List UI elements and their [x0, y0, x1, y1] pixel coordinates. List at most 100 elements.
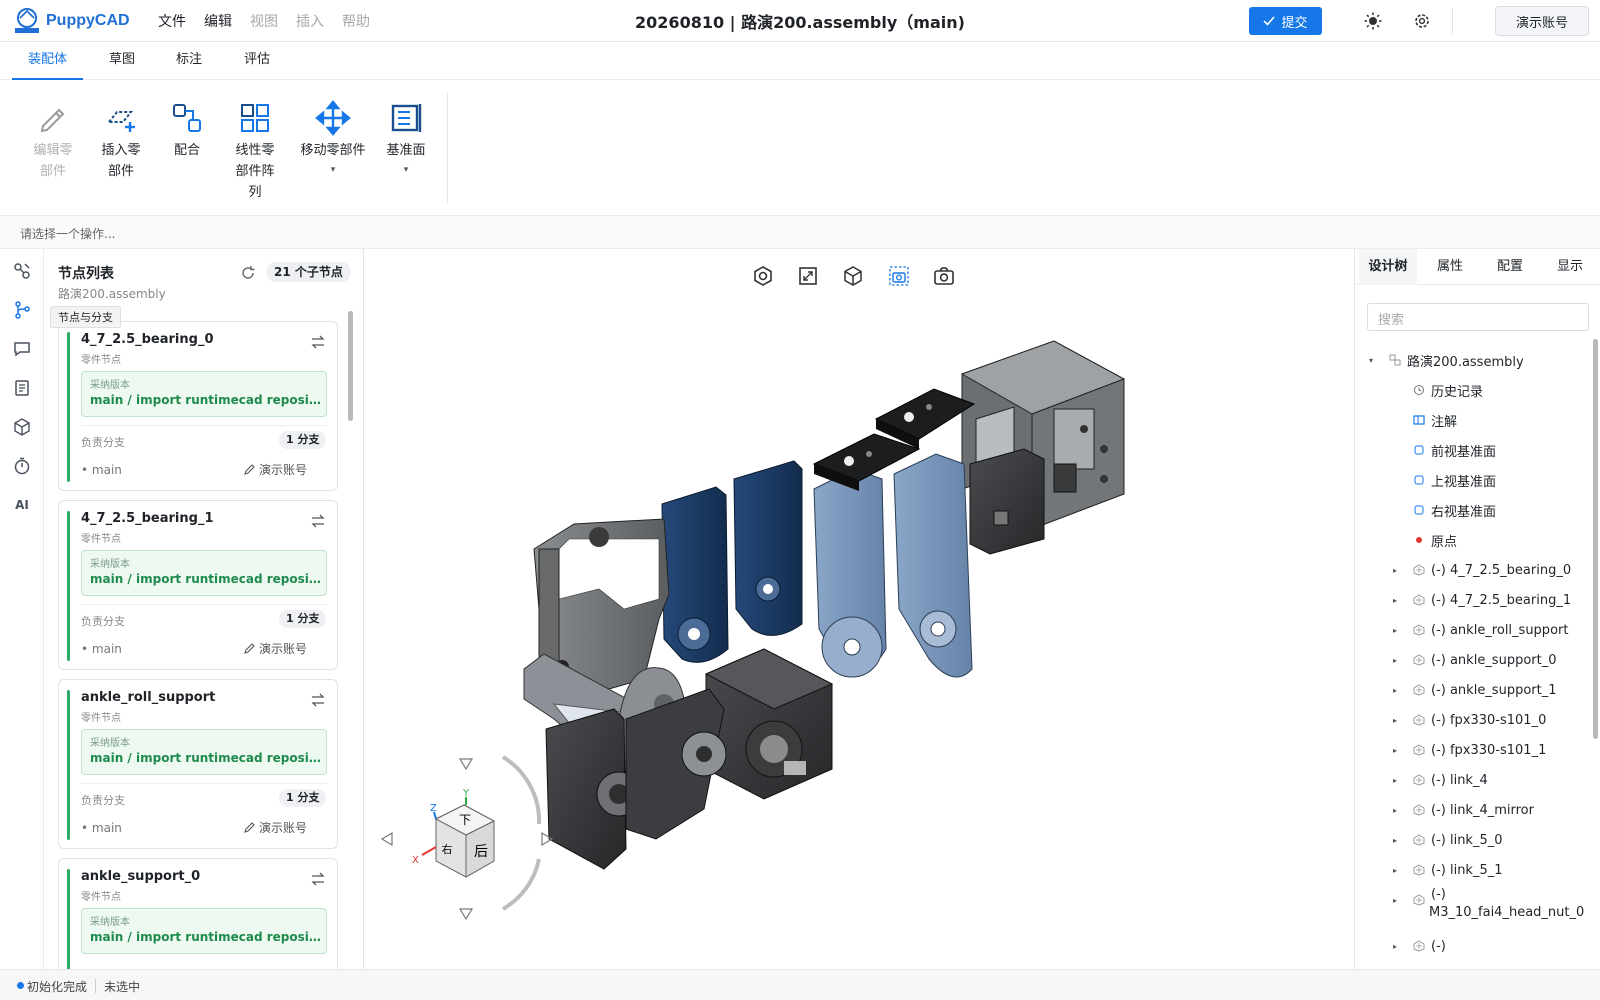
- rotate-down-icon[interactable]: [458, 908, 474, 921]
- node-card[interactable]: ankle_support_0 零件节点 采纳版本 main / import …: [58, 858, 338, 969]
- insert-part-button[interactable]: 插入零部件: [86, 100, 156, 182]
- adopted-version-box[interactable]: 采纳版本 main / import runtimecad repository: [81, 908, 327, 954]
- tab-properties[interactable]: 属性: [1421, 249, 1479, 285]
- tree-item[interactable]: 右视基准面: [1355, 495, 1595, 525]
- link-4-part[interactable]: [813, 468, 887, 678]
- tree-item[interactable]: 注解: [1355, 405, 1595, 435]
- branch-icon[interactable]: [12, 300, 32, 320]
- swap-icon[interactable]: [311, 514, 325, 528]
- expand-right-icon[interactable]: ▸: [1393, 746, 1397, 755]
- tree-item-label: (-) 4_7_2.5_bearing_0: [1431, 562, 1572, 578]
- menu-insert[interactable]: 插入: [296, 11, 324, 31]
- expand-right-icon[interactable]: ▸: [1393, 566, 1397, 575]
- tab-configuration[interactable]: 配置: [1481, 249, 1539, 285]
- swap-icon[interactable]: [311, 335, 325, 349]
- node-card[interactable]: ankle_roll_support 零件节点 采纳版本 main / impo…: [58, 679, 338, 849]
- expand-right-icon[interactable]: ▸: [1393, 626, 1397, 635]
- adopted-version-box[interactable]: 采纳版本 main / import runtimecad repository: [81, 729, 327, 775]
- mate-button[interactable]: 配合: [152, 100, 222, 161]
- tree-item[interactable]: ▸ (-): [1355, 931, 1595, 961]
- rotate-up-icon[interactable]: [458, 758, 474, 771]
- tab-design-tree[interactable]: 设计树: [1359, 249, 1417, 285]
- tree-item[interactable]: ▸ (-) ankle_support_0: [1355, 645, 1595, 675]
- cube-face-side[interactable]: 右: [442, 842, 453, 856]
- tree-item[interactable]: ▸ (-) fpx330-s101_1: [1355, 735, 1595, 765]
- tree-item[interactable]: 历史记录: [1355, 375, 1595, 405]
- tree-item[interactable]: ▸ M3_10_fai4_head_nut_0 (-): [1355, 885, 1595, 925]
- rotate-left-icon[interactable]: [380, 831, 393, 847]
- tab-evaluate[interactable]: 评估: [228, 42, 286, 80]
- tree-search-input[interactable]: 搜索: [1367, 303, 1589, 331]
- datum-plane-dropdown-icon[interactable]: ▾: [404, 161, 409, 179]
- tab-display[interactable]: 显示: [1541, 249, 1599, 285]
- move-part-button[interactable]: 移动零部件 ▾: [298, 100, 368, 179]
- tree-item[interactable]: 原点: [1355, 525, 1595, 555]
- tree-item[interactable]: 前视基准面: [1355, 435, 1595, 465]
- cube-face-top[interactable]: 下: [459, 813, 471, 827]
- part-cube-icon[interactable]: [12, 417, 32, 437]
- swap-icon[interactable]: [311, 872, 325, 886]
- node-type: 零件节点: [81, 534, 121, 545]
- tab-annotation[interactable]: 标注: [160, 42, 218, 80]
- 3d-viewport[interactable]: 下 后 右 X Y Z: [364, 249, 1324, 969]
- datum-plane-button[interactable]: 基准面 ▾: [371, 100, 441, 179]
- menu-help[interactable]: 帮助: [342, 11, 370, 31]
- tree-item[interactable]: ▸ (-) 4_7_2.5_bearing_1: [1355, 585, 1595, 615]
- linear-pattern-button[interactable]: 线性零部件阵列: [220, 100, 290, 203]
- account-button[interactable]: 演示账号: [1495, 6, 1589, 36]
- expand-right-icon[interactable]: ▸: [1393, 596, 1397, 605]
- adopted-version-box[interactable]: 采纳版本 main / import runtimecad repository: [81, 371, 327, 417]
- tree-item[interactable]: 上视基准面: [1355, 465, 1595, 495]
- node-list-scrollbar[interactable]: [348, 311, 353, 421]
- expand-right-icon[interactable]: ▸: [1393, 686, 1397, 695]
- tree-item[interactable]: ▸ (-) link_5_1: [1355, 855, 1595, 885]
- swap-icon[interactable]: [311, 693, 325, 707]
- comment-icon[interactable]: [12, 339, 32, 359]
- tab-assembly[interactable]: 装配体: [12, 42, 84, 80]
- edit-part-button[interactable]: 编辑零部件: [18, 100, 88, 182]
- assembly-model-render[interactable]: 下 后 右 X Y Z: [364, 249, 1324, 969]
- gear-icon[interactable]: [1411, 10, 1433, 32]
- assembly-structure-icon[interactable]: [12, 261, 32, 281]
- expand-down-icon[interactable]: ▾: [1369, 356, 1373, 365]
- expand-right-icon[interactable]: ▸: [1393, 866, 1397, 875]
- expand-right-icon[interactable]: ▸: [1393, 836, 1397, 845]
- left-rail: AI: [0, 249, 44, 969]
- expand-right-icon[interactable]: ▸: [1393, 776, 1397, 785]
- adopted-version-box[interactable]: 采纳版本 main / import runtimecad repository: [81, 550, 327, 596]
- tree-item[interactable]: ▸ (-) link_4_mirror: [1355, 795, 1595, 825]
- timer-icon[interactable]: [12, 456, 32, 476]
- expand-right-icon[interactable]: ▸: [1393, 806, 1397, 815]
- tab-sketch[interactable]: 草图: [93, 42, 151, 80]
- tree-item[interactable]: ▾ 路演200.assembly: [1355, 345, 1595, 375]
- tree-item[interactable]: ▸ (-) ankle_roll_support: [1355, 615, 1595, 645]
- ankle-support-part[interactable]: [661, 460, 803, 663]
- tree-item[interactable]: ▸ (-) link_5_0: [1355, 825, 1595, 855]
- node-card[interactable]: 4_7_2.5_bearing_1 零件节点 采纳版本 main / impor…: [58, 500, 338, 670]
- node-card[interactable]: 4_7_2.5_bearing_0 零件节点 采纳版本 main / impor…: [58, 321, 338, 491]
- fpx330-servo-part[interactable]: [704, 648, 834, 800]
- link-5-part[interactable]: [893, 453, 973, 678]
- expand-right-icon[interactable]: ▸: [1393, 656, 1397, 665]
- app-logo[interactable]: PuppyCAD: [12, 6, 130, 36]
- submit-button[interactable]: 提交: [1249, 7, 1322, 35]
- operation-hint-bar: 请选择一个操作...: [0, 216, 1600, 249]
- expand-right-icon[interactable]: ▸: [1393, 896, 1397, 905]
- sun-icon[interactable]: [1362, 10, 1384, 32]
- expand-right-icon[interactable]: ▸: [1393, 716, 1397, 725]
- refresh-icon[interactable]: [240, 265, 256, 281]
- part-icon: [1413, 744, 1425, 756]
- menu-view[interactable]: 视图: [250, 11, 278, 31]
- cube-face-front[interactable]: 后: [474, 844, 488, 860]
- tree-item[interactable]: ▸ (-) fpx330-s101_0: [1355, 705, 1595, 735]
- tree-item[interactable]: ▸ (-) ankle_support_1: [1355, 675, 1595, 705]
- ai-icon[interactable]: AI: [12, 495, 32, 515]
- menu-edit[interactable]: 编辑: [204, 11, 232, 31]
- view-cube[interactable]: 下 后 右 X Y Z: [380, 755, 554, 921]
- expand-right-icon[interactable]: ▸: [1393, 942, 1397, 951]
- document-icon[interactable]: [12, 378, 32, 398]
- tree-item[interactable]: ▸ (-) 4_7_2.5_bearing_0: [1355, 555, 1595, 585]
- menu-file[interactable]: 文件: [158, 11, 186, 31]
- move-part-dropdown-icon[interactable]: ▾: [331, 161, 336, 179]
- tree-item[interactable]: ▸ (-) link_4: [1355, 765, 1595, 795]
